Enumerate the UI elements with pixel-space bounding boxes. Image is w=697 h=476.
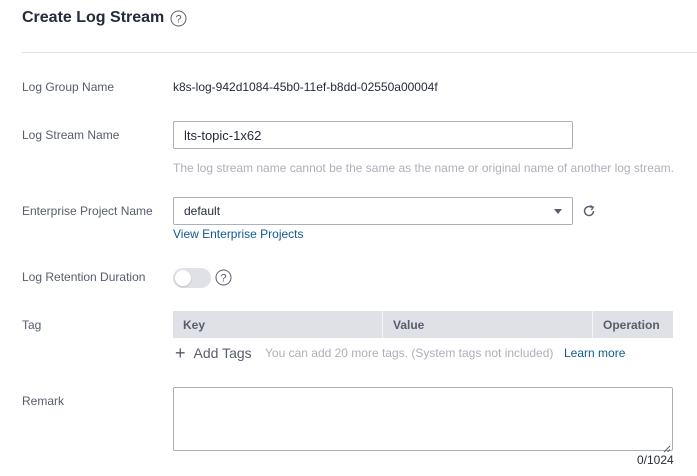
learn-more-link[interactable]: Learn more [564, 346, 625, 360]
refresh-icon[interactable] [581, 203, 597, 219]
log-retention-label: Log Retention Duration [22, 270, 146, 284]
log-group-name-value: k8s-log-942d1084-45b0-11ef-b8dd-02550a00… [173, 80, 438, 94]
plus-icon: + [175, 343, 186, 363]
add-tags-label: Add Tags [193, 345, 252, 361]
remark-label: Remark [22, 394, 65, 408]
log-stream-name-hint: The log stream name cannot be the same a… [173, 161, 674, 175]
enterprise-project-selected: default [184, 204, 221, 218]
log-stream-name-input[interactable] [173, 121, 573, 149]
tag-table-header: Key Value Operation [173, 311, 673, 338]
caret-down-icon [554, 208, 562, 214]
log-stream-name-label: Log Stream Name [22, 128, 120, 142]
remark-textarea[interactable] [173, 387, 673, 451]
tag-column-operation: Operation [603, 317, 660, 332]
svg-text:?: ? [220, 272, 226, 284]
tag-column-key: Key [173, 311, 383, 338]
resize-grip-icon[interactable] [662, 440, 671, 453]
tag-limit-note: You can add 20 more tags. (System tags n… [265, 346, 554, 360]
tag-column-value: Value [383, 311, 593, 338]
add-tags-button[interactable]: + Add Tags [175, 343, 252, 363]
question-circle-icon[interactable]: ? [215, 269, 232, 286]
log-retention-toggle[interactable] [173, 268, 211, 288]
tag-label: Tag [22, 318, 42, 332]
header-divider [22, 52, 697, 53]
page-title: Create Log Stream [22, 9, 165, 26]
toggle-knob [175, 270, 191, 286]
svg-text:?: ? [176, 13, 182, 25]
log-group-name-label: Log Group Name [22, 80, 115, 94]
view-enterprise-projects-link[interactable]: View Enterprise Projects [173, 227, 304, 241]
question-circle-icon[interactable]: ? [170, 10, 187, 27]
enterprise-project-select[interactable]: default [173, 197, 573, 225]
remark-char-counter: 0/1024 [637, 453, 674, 467]
enterprise-project-label: Enterprise Project Name [22, 204, 153, 218]
page-header: Create Log Stream ? [22, 9, 187, 27]
